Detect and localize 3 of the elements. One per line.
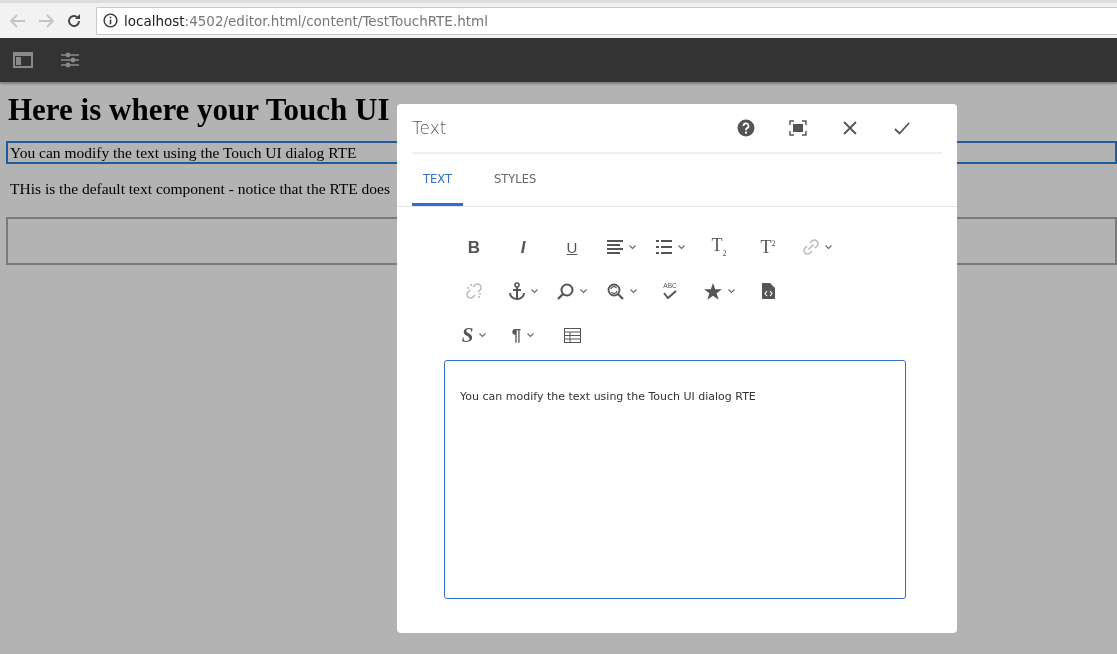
page-heading: Here is where your Touch UI — [8, 92, 390, 128]
dialog-title: Text — [412, 118, 447, 138]
editor-text: You can modify the text using the Touch UI dialog RTE — [460, 390, 757, 403]
